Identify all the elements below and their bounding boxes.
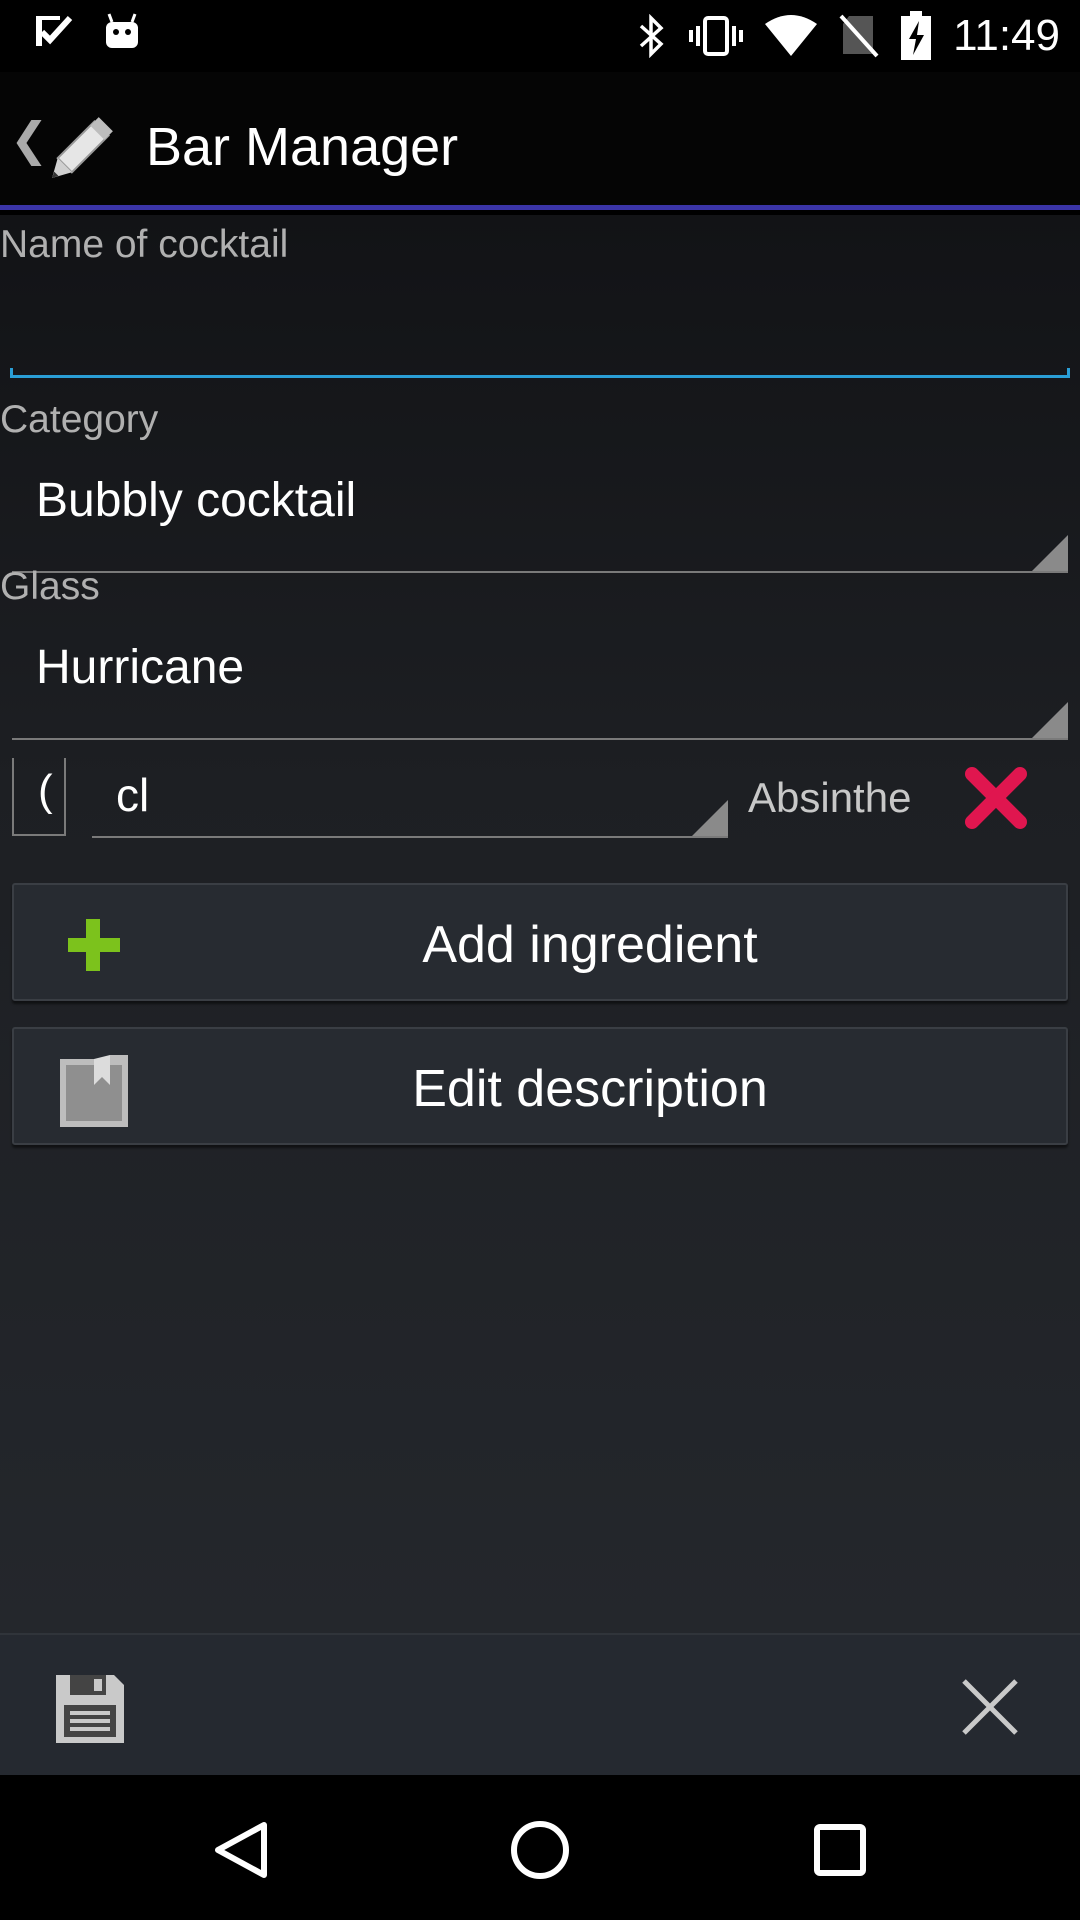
category-underline [12, 571, 1068, 573]
recents-icon[interactable] [805, 1815, 875, 1885]
edit-description-button[interactable]: Edit description [12, 1027, 1068, 1145]
category-value: Bubbly cocktail [36, 474, 357, 527]
quantity-value: ( [38, 766, 53, 815]
up-navigation-icon[interactable]: ❮ [10, 112, 49, 166]
spinner-arrow-icon [1032, 535, 1068, 571]
spinner-arrow-icon [692, 800, 728, 836]
bluetooth-icon [639, 14, 664, 58]
add-ingredient-label: Add ingredient [422, 916, 758, 974]
content-area: Name of cocktail Category Bubbly cocktai… [0, 215, 1080, 1633]
category-spinner[interactable]: Bubbly cocktail [12, 473, 1068, 573]
quantity-input[interactable]: ( [12, 758, 66, 836]
name-input-underline [10, 368, 1070, 378]
remove-ingredient-icon[interactable] [960, 762, 1032, 834]
glass-label: Glass [0, 565, 100, 608]
android-icon [106, 13, 138, 48]
unit-value: cl [116, 769, 150, 821]
checkmark-notification-icon [36, 15, 73, 46]
close-icon[interactable] [958, 1675, 1022, 1739]
page-title: Bar Manager [146, 117, 459, 177]
unit-spinner[interactable]: cl [92, 758, 728, 838]
pencil-icon[interactable] [46, 104, 126, 184]
battery-charging-icon [901, 11, 932, 60]
bottom-action-bar [0, 1633, 1080, 1777]
glass-spinner[interactable]: Hurricane [12, 640, 1068, 740]
glass-underline [12, 738, 1068, 740]
no-sim-icon [839, 14, 879, 58]
status-time: 11:49 [953, 11, 1060, 60]
action-bar-divider [0, 205, 1080, 210]
action-bar: ❮ Bar Manager [0, 72, 1080, 210]
home-icon[interactable] [505, 1815, 575, 1885]
status-bar: 11:49 [0, 0, 1080, 72]
glass-value: Hurricane [36, 641, 245, 694]
cocktail-name-input[interactable] [10, 275, 1070, 375]
wifi-icon [765, 15, 818, 56]
name-label: Name of cocktail [0, 223, 289, 266]
back-icon[interactable] [206, 1815, 276, 1885]
spinner-arrow-icon [1032, 702, 1068, 738]
ingredient-row: ( cl Absinthe [0, 758, 1080, 858]
unit-underline [92, 836, 728, 838]
edit-description-label: Edit description [412, 1060, 768, 1118]
add-ingredient-button[interactable]: Add ingredient [12, 883, 1068, 1001]
vibrate-icon [689, 16, 744, 56]
ingredient-name: Absinthe [748, 774, 912, 821]
category-label: Category [0, 398, 159, 441]
save-icon[interactable] [52, 1671, 128, 1747]
system-nav-bar [0, 1775, 1080, 1920]
